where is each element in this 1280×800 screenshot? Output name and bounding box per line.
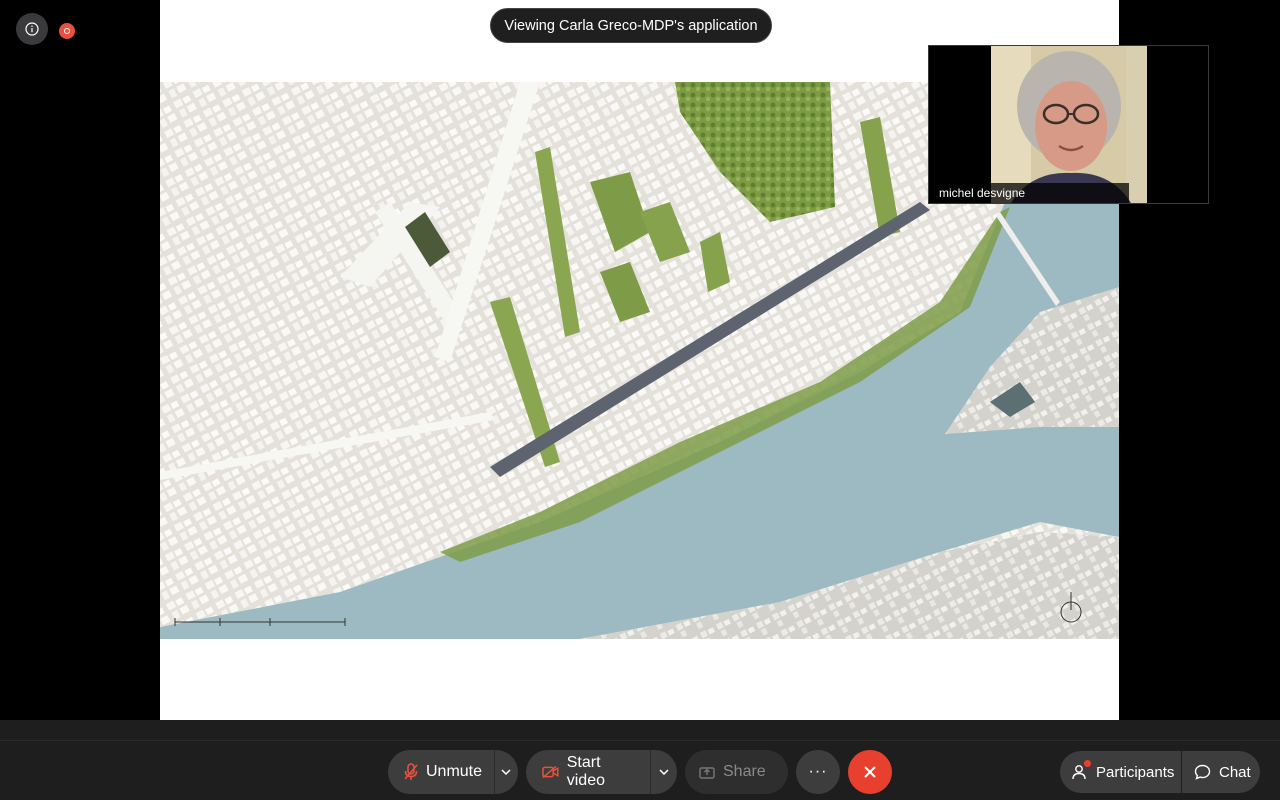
share-button[interactable]: Share [685, 750, 788, 794]
info-icon [25, 22, 39, 36]
share-label: Share [723, 763, 766, 780]
recording-icon[interactable] [59, 23, 75, 39]
unmute-label: Unmute [426, 763, 483, 780]
participants-button[interactable]: Participants [1060, 751, 1181, 793]
chat-label: Chat [1219, 763, 1251, 781]
unmute-button-group: Unmute [388, 750, 518, 794]
share-icon [699, 767, 715, 779]
start-video-button[interactable]: Start video [526, 754, 650, 790]
video-off-icon [542, 765, 559, 779]
chevron-down-icon [501, 769, 511, 775]
participants-label: Participants [1096, 763, 1175, 781]
video-button-group: Start video [526, 750, 677, 794]
more-options-button[interactable]: ··· [796, 750, 840, 794]
unmute-options-button[interactable] [495, 769, 518, 775]
participant-video-image [991, 46, 1147, 203]
video-options-button[interactable] [651, 769, 677, 775]
close-icon [864, 766, 876, 778]
participant-video-tile[interactable]: michel desvigne [928, 45, 1209, 204]
unmute-button[interactable]: Unmute [388, 763, 494, 781]
notification-dot [1084, 760, 1091, 767]
toolbar-divider [0, 740, 1280, 741]
meeting-info-button[interactable] [16, 13, 48, 45]
mic-off-icon [404, 763, 418, 780]
chat-icon [1194, 764, 1211, 780]
more-icon: ··· [808, 763, 828, 780]
start-video-label: Start video [566, 754, 605, 789]
end-call-button[interactable] [848, 750, 892, 794]
participants-icon [1072, 760, 1091, 780]
participant-name-label: michel desvigne [929, 183, 1129, 203]
viewing-banner: Viewing Carla Greco-MDP's application [490, 8, 772, 43]
chevron-down-icon [659, 769, 669, 775]
chat-button[interactable]: Chat [1182, 751, 1260, 793]
